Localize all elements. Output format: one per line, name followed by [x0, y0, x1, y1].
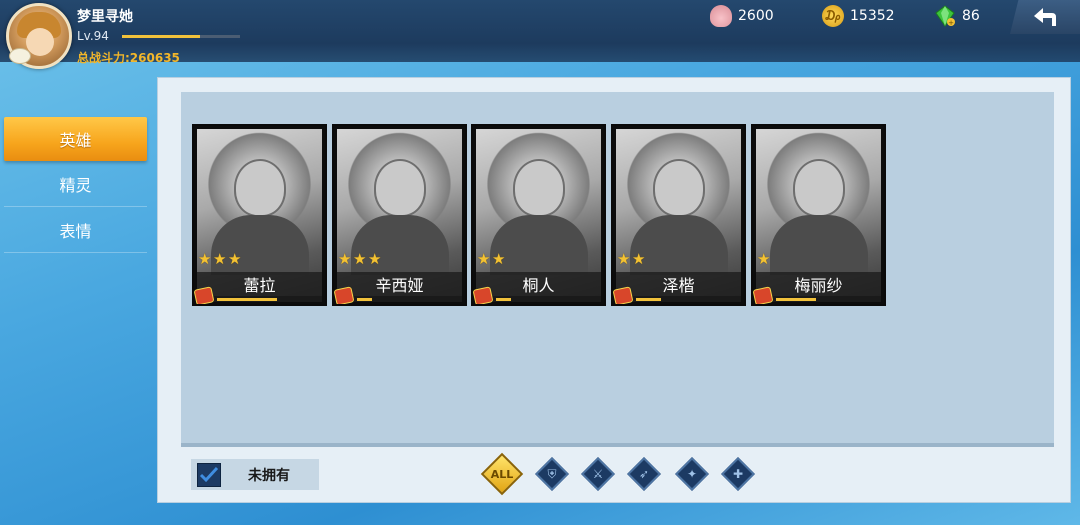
star-rating: ★ ★ ★ [338, 252, 383, 267]
shard-icon [613, 286, 634, 304]
mage-class-icon: ✦ [686, 467, 698, 481]
exp-bar [122, 35, 240, 38]
shard-progress-fill [496, 298, 511, 301]
shard-progress [337, 296, 462, 302]
filter-mage-button[interactable]: ✦ [675, 457, 709, 491]
hero-card[interactable]: ★ ★ ★ 辛西娅 [332, 124, 467, 306]
hero-name: 梅丽纱 [756, 272, 881, 296]
player-level: Lv.94 [77, 29, 109, 43]
shard-icon [473, 286, 494, 304]
category-sidebar: 英雄 精灵 表情 [4, 117, 147, 253]
coin-count: 15352 [850, 8, 895, 24]
star-icon: ★ [353, 250, 367, 268]
star-icon: ★ [338, 250, 352, 268]
hero-name: 桐人 [476, 272, 601, 296]
total-power: 总战斗力:260635 [77, 51, 180, 65]
avatar-pet-icon [9, 48, 31, 64]
shard-progress-fill [776, 298, 816, 301]
shard-progress [476, 296, 601, 302]
shard-progress-fill [636, 298, 661, 301]
shell-count: 2600 [738, 8, 774, 24]
star-icon: ★ [757, 250, 771, 268]
class-filter-bar: ALL ⛨ ⚔ ➶ ✦ ✚ [480, 452, 762, 496]
hero-card[interactable]: ★ ★ ★ 蕾拉 [192, 124, 327, 306]
shard-progress-fill [357, 298, 372, 301]
star-rating: ★ ★ ★ [198, 252, 243, 267]
back-button[interactable] [1010, 0, 1080, 34]
star-icon: ★ [477, 250, 491, 268]
shard-progress [197, 296, 322, 302]
checkmark-icon [199, 466, 219, 482]
shard-icon [334, 286, 355, 304]
back-arrow-icon [1034, 8, 1056, 26]
sidebar-item-heroes[interactable]: 英雄 [4, 117, 147, 161]
gem-icon: + [934, 5, 956, 27]
star-icon: ★ [492, 250, 506, 268]
sidebar-item-emotes[interactable]: 表情 [4, 207, 147, 253]
hero-name: 蕾拉 [197, 272, 322, 296]
filter-support-button[interactable]: ✚ [721, 457, 755, 491]
unowned-label: 未拥有 [248, 467, 290, 484]
filter-warrior-button[interactable]: ⚔ [581, 457, 615, 491]
star-icon: ★ [617, 250, 631, 268]
sidebar-item-spirits[interactable]: 精灵 [4, 161, 147, 207]
star-icon: ★ [198, 250, 212, 268]
exp-bar-fill [122, 35, 200, 38]
avatar-face [26, 28, 54, 56]
star-rating: ★ ★ [617, 252, 647, 267]
star-icon: ★ [213, 250, 227, 268]
top-bar: 梦里寻她 Lv.94 总战斗力:260635 2600 ₯ 15352 + 86 [0, 0, 1080, 69]
hero-card[interactable]: ★ ★ 泽楷 [611, 124, 746, 306]
hero-card[interactable]: ★ 梅丽纱 [751, 124, 886, 306]
star-rating: ★ [757, 252, 772, 267]
coin-icon: ₯ [822, 5, 844, 27]
shield-class-icon: ⛨ [547, 466, 557, 481]
player-name: 梦里寻她 [77, 9, 133, 25]
unowned-filter-toggle[interactable]: 未拥有 [191, 459, 319, 490]
warrior-class-icon: ⚔ [592, 467, 604, 481]
star-icon: ★ [632, 250, 646, 268]
star-rating: ★ ★ [477, 252, 507, 267]
svg-text:+: + [948, 19, 954, 27]
collection-panel: ★ ★ ★ 蕾拉 ★ ★ ★ 辛西娅 ★ ★ 桐人 ★ ★ 泽楷 ★ 梅丽纱 [157, 77, 1071, 503]
filter-shield-button[interactable]: ⛨ [535, 457, 569, 491]
gem-count: 86 [962, 8, 980, 24]
unowned-checkbox[interactable] [197, 462, 221, 487]
support-class-icon: ✚ [732, 467, 744, 481]
hero-grid: ★ ★ ★ 蕾拉 ★ ★ ★ 辛西娅 ★ ★ 桐人 ★ ★ 泽楷 ★ 梅丽纱 [181, 92, 1054, 443]
filter-all-button[interactable]: ALL [480, 452, 524, 496]
shard-icon [753, 286, 774, 304]
star-icon: ★ [228, 250, 242, 268]
shell-icon [710, 5, 732, 27]
grid-divider [181, 443, 1054, 447]
archer-class-icon: ➶ [638, 467, 650, 481]
shard-progress-fill [217, 298, 277, 301]
shard-progress [756, 296, 881, 302]
star-icon: ★ [368, 250, 382, 268]
all-icon: ALL [490, 467, 514, 481]
hero-card[interactable]: ★ ★ 桐人 [471, 124, 606, 306]
player-avatar[interactable] [6, 3, 72, 69]
coin-resource[interactable]: ₯ 15352 [822, 5, 895, 27]
shard-progress [616, 296, 741, 302]
hero-name: 泽楷 [616, 272, 741, 296]
shell-resource[interactable]: 2600 [710, 5, 774, 27]
gem-resource[interactable]: + 86 [934, 5, 980, 27]
shard-icon [194, 286, 215, 304]
hero-name: 辛西娅 [337, 272, 462, 296]
filter-archer-button[interactable]: ➶ [627, 457, 661, 491]
